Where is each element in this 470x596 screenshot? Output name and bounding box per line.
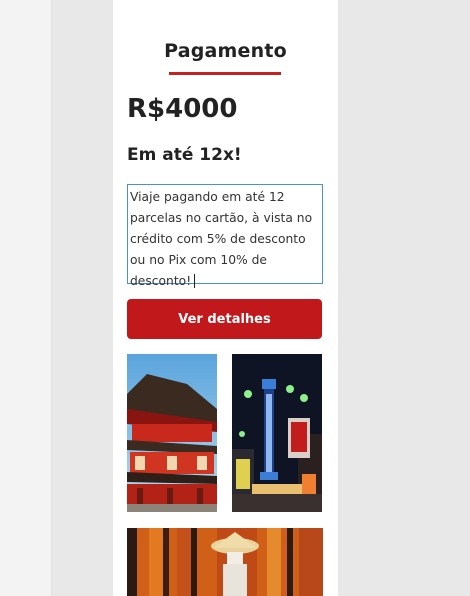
title-underline <box>169 72 281 75</box>
price: R$4000 <box>127 94 238 124</box>
left-panel <box>0 0 52 596</box>
tsutenkaku-tower-night-photo <box>232 354 322 512</box>
japanese-temple-photo <box>127 354 217 512</box>
text-cursor <box>194 273 196 288</box>
description-text: Viaje pagando em até 12 parcelas no cart… <box>130 190 313 288</box>
card-title: Pagamento <box>164 40 287 62</box>
installments-text: Em até 12x! <box>127 145 242 165</box>
payment-card: Pagamento R$4000 Em até 12x! Viaje pagan… <box>113 0 338 596</box>
details-button[interactable]: Ver detalhes <box>127 299 322 339</box>
torii-gates-photo <box>127 528 323 596</box>
description-textbox[interactable]: Viaje pagando em até 12 parcelas no cart… <box>127 184 323 288</box>
